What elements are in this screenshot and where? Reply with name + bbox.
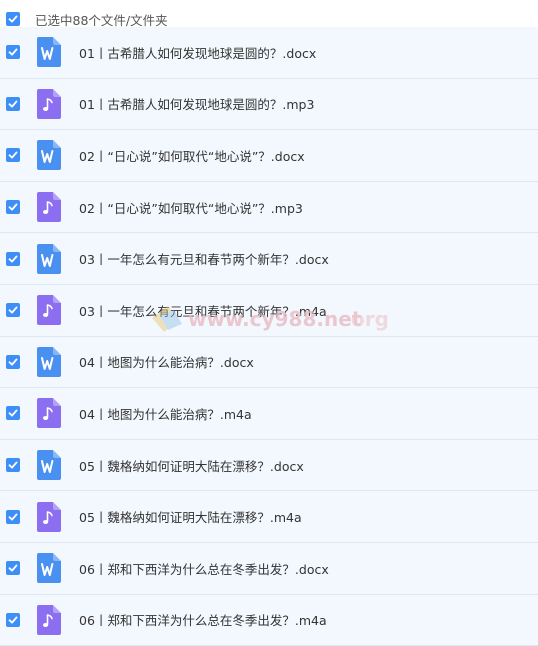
file-row[interactable]: 04丨地图为什么能治病？.docx: [0, 336, 538, 389]
row-checkbox[interactable]: [6, 406, 20, 421]
row-checkbox[interactable]: [6, 148, 20, 163]
file-row[interactable]: 05丨魏格纳如何证明大陆在漂移？.m4a: [0, 491, 538, 543]
row-checkbox[interactable]: [6, 96, 20, 111]
file-row[interactable]: 02丨“日心说”如何取代“地心说”？.docx: [0, 130, 538, 182]
check-icon: [8, 616, 18, 624]
row-checkbox[interactable]: [6, 458, 20, 473]
check-icon: [8, 358, 18, 366]
row-checkbox[interactable]: [6, 561, 20, 576]
audio-file-icon: [37, 398, 61, 429]
audio-file-icon: [37, 501, 61, 532]
file-name: 06丨郑和下西洋为什么总在冬季出发？.docx: [79, 561, 329, 577]
file-name: 01丨古希腊人如何发现地球是圆的？.mp3: [79, 97, 315, 113]
check-icon: [8, 48, 18, 56]
row-checkbox[interactable]: [6, 200, 20, 215]
audio-file-icon: [37, 604, 61, 635]
file-row[interactable]: 01丨古希腊人如何发现地球是圆的？.mp3: [0, 78, 538, 131]
row-checkbox[interactable]: [6, 509, 20, 524]
file-row[interactable]: 05丨魏格纳如何证明大陆在漂移？.docx: [0, 439, 538, 492]
check-icon: [8, 513, 18, 521]
file-row[interactable]: 06丨郑和下西洋为什么总在冬季出发？.docx: [0, 542, 538, 595]
check-icon: [8, 100, 18, 108]
file-list: 01丨古希腊人如何发现地球是圆的？.docx 01丨古希腊人如何发现地球是圆的？.…: [0, 27, 538, 646]
word-doc-icon: [37, 243, 61, 274]
file-name: 04丨地图为什么能治病？.docx: [79, 355, 254, 371]
file-row[interactable]: 02丨“日心说”如何取代“地心说”？.mp3: [0, 181, 538, 234]
file-row[interactable]: 03丨一年怎么有元旦和春节两个新年？.m4a: [0, 284, 538, 337]
word-doc-icon: [37, 37, 61, 68]
file-row[interactable]: 04丨地图为什么能治病？.m4a: [0, 388, 538, 440]
word-doc-icon: [37, 553, 61, 584]
file-row[interactable]: 06丨郑和下西洋为什么总在冬季出发？.m4a: [0, 594, 538, 646]
check-icon: [8, 461, 18, 469]
file-name: 04丨地图为什么能治病？.m4a: [79, 406, 252, 422]
file-name: 05丨魏格纳如何证明大陆在漂移？.m4a: [79, 510, 302, 526]
file-name: 03丨一年怎么有元旦和春节两个新年？.docx: [79, 252, 329, 268]
select-all-checkbox[interactable]: [6, 12, 20, 26]
file-row[interactable]: 03丨一年怎么有元旦和春节两个新年？.docx: [0, 233, 538, 285]
row-checkbox[interactable]: [6, 251, 20, 266]
check-icon: [8, 409, 18, 417]
check-icon: [8, 15, 18, 23]
row-checkbox[interactable]: [6, 303, 20, 318]
check-icon: [8, 255, 18, 263]
word-doc-icon: [37, 346, 61, 377]
audio-file-icon: [37, 88, 61, 119]
check-icon: [8, 203, 18, 211]
row-checkbox[interactable]: [6, 45, 20, 60]
file-name: 05丨魏格纳如何证明大陆在漂移？.docx: [79, 458, 304, 474]
file-name: 06丨郑和下西洋为什么总在冬季出发？.m4a: [79, 613, 327, 629]
selection-count-label: 已选中88个文件/文件夹: [35, 12, 168, 28]
word-doc-icon: [37, 140, 61, 171]
file-name: 03丨一年怎么有元旦和春节两个新年？.m4a: [79, 303, 327, 319]
file-name: 02丨“日心说”如何取代“地心说”？.mp3: [79, 200, 303, 216]
check-icon: [8, 564, 18, 572]
file-row[interactable]: 01丨古希腊人如何发现地球是圆的？.docx: [0, 27, 538, 79]
file-name: 02丨“日心说”如何取代“地心说”？.docx: [79, 148, 305, 164]
row-checkbox[interactable]: [6, 612, 20, 627]
file-name: 01丨古希腊人如何发现地球是圆的？.docx: [79, 45, 317, 61]
audio-file-icon: [37, 192, 61, 223]
row-checkbox[interactable]: [6, 354, 20, 369]
check-icon: [8, 306, 18, 314]
check-icon: [8, 151, 18, 159]
word-doc-icon: [37, 450, 61, 481]
audio-file-icon: [37, 295, 61, 326]
